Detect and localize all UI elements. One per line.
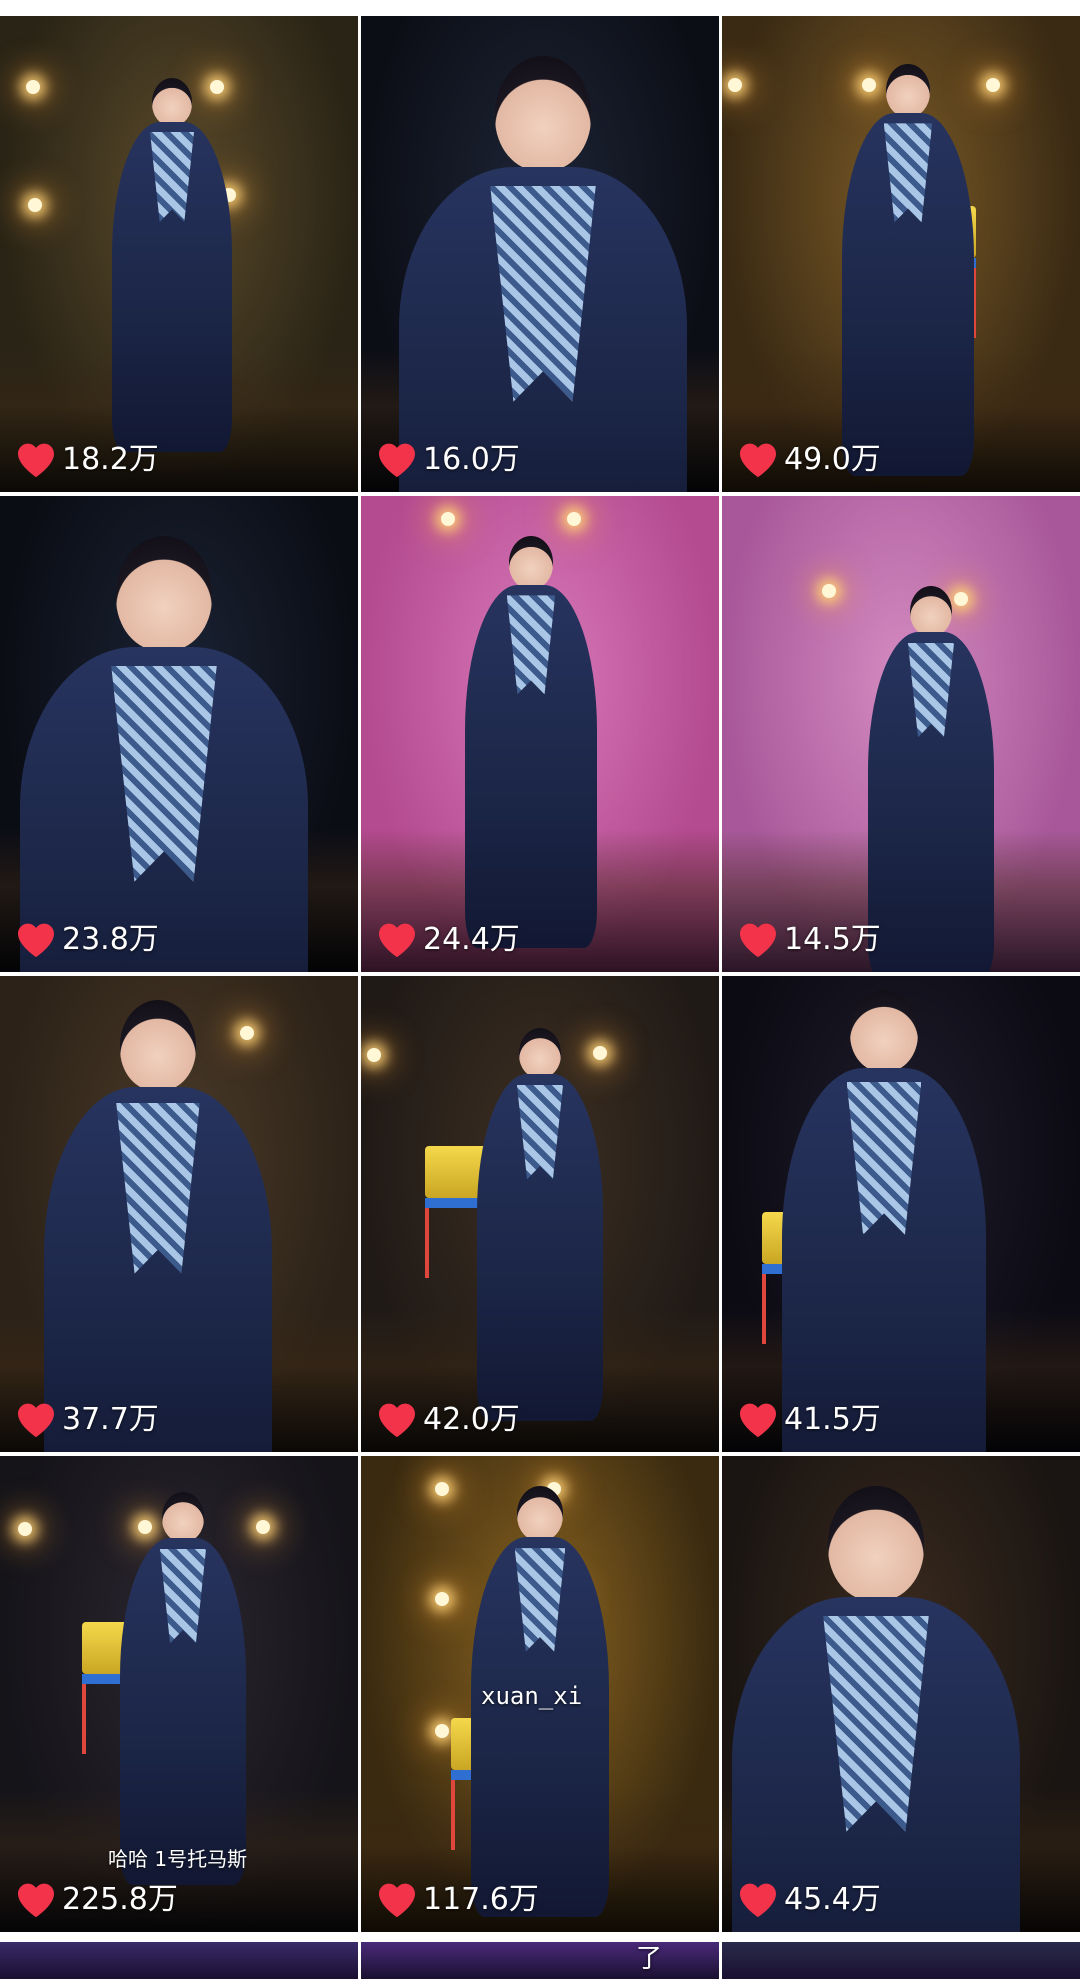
like-count-badge: 14.5万 — [738, 922, 881, 958]
like-count: 16.0万 — [423, 442, 520, 477]
performer-head — [495, 56, 591, 172]
performer-head — [152, 78, 192, 126]
next-row-partial: 了 — [0, 1942, 1080, 1979]
like-count-badge: 24.4万 — [377, 922, 520, 958]
video-tile[interactable]: 49.0万 — [722, 16, 1080, 492]
heart-icon — [18, 443, 54, 478]
like-count: 24.4万 — [423, 922, 520, 957]
video-tile[interactable]: 14.5万 — [722, 496, 1080, 972]
performer-head — [116, 536, 212, 652]
video-tile[interactable]: 23.8万 — [0, 496, 358, 972]
like-count-badge: 42.0万 — [377, 1402, 520, 1438]
heart-icon — [379, 443, 415, 478]
like-count: 41.5万 — [784, 1402, 881, 1437]
video-tile-partial[interactable]: 了 — [361, 1942, 719, 1979]
video-tile-partial[interactable] — [722, 1942, 1080, 1979]
video-caption: xuan_xi — [481, 1682, 583, 1710]
heart-icon — [18, 1883, 54, 1918]
stage-light — [862, 78, 876, 92]
stage-light — [954, 592, 968, 606]
stage-light — [441, 512, 455, 526]
video-tile[interactable]: 37.7万 — [0, 976, 358, 1452]
video-caption: 了 — [636, 1944, 663, 1974]
performer-head — [519, 1028, 561, 1079]
like-count: 23.8万 — [62, 922, 159, 957]
performer-head — [509, 536, 553, 589]
video-tile[interactable]: xuan_xi 117.6万 — [361, 1456, 719, 1932]
stage-light — [210, 80, 224, 94]
heart-icon — [740, 1883, 776, 1918]
video-tile-partial[interactable] — [0, 1942, 358, 1979]
like-count-badge: 18.2万 — [16, 442, 159, 478]
heart-icon — [740, 1403, 776, 1438]
like-count-badge: 23.8万 — [16, 922, 159, 958]
heart-icon — [740, 923, 776, 958]
chair-leg — [762, 1274, 766, 1344]
like-count-badge: 37.7万 — [16, 1402, 159, 1438]
performer-head — [162, 1492, 204, 1543]
chair-leg — [425, 1208, 429, 1278]
heart-icon — [379, 923, 415, 958]
like-count: 14.5万 — [784, 922, 881, 957]
like-count-badge: 41.5万 — [738, 1402, 881, 1438]
like-count: 45.4万 — [784, 1882, 881, 1917]
performer-head — [517, 1486, 563, 1542]
like-count-badge: 117.6万 — [377, 1882, 539, 1918]
stage-light — [593, 1046, 607, 1060]
performer-head — [850, 990, 918, 1072]
like-count-badge: 49.0万 — [738, 442, 881, 478]
stage-light — [986, 78, 1000, 92]
like-count: 42.0万 — [423, 1402, 520, 1437]
performer-head — [886, 64, 930, 117]
like-count: 225.8万 — [62, 1882, 178, 1917]
stage-light — [28, 198, 42, 212]
chair-leg — [451, 1780, 455, 1850]
like-count-badge: 225.8万 — [16, 1882, 178, 1918]
video-caption: 哈哈 1号托马斯 — [108, 1847, 248, 1871]
video-grid: 18.2万 16.0万 49.0万 23.8万 24.4万 14.5万 37.7… — [0, 0, 1080, 1979]
stage-light — [256, 1520, 270, 1534]
heart-icon — [379, 1403, 415, 1438]
chair-leg — [82, 1684, 86, 1754]
video-tile[interactable]: 24.4万 — [361, 496, 719, 972]
stage-light — [18, 1522, 32, 1536]
stage-light — [435, 1592, 449, 1606]
stage-light — [240, 1026, 254, 1040]
stage-light — [367, 1048, 381, 1062]
video-tile[interactable]: 41.5万 — [722, 976, 1080, 1452]
heart-icon — [379, 1883, 415, 1918]
video-tile[interactable]: 哈哈 1号托马斯 225.8万 — [0, 1456, 358, 1932]
like-count: 117.6万 — [423, 1882, 539, 1917]
heart-icon — [18, 1403, 54, 1438]
like-count: 18.2万 — [62, 442, 159, 477]
heart-icon — [18, 923, 54, 958]
stage-light — [567, 512, 581, 526]
video-tile[interactable]: 16.0万 — [361, 16, 719, 492]
stage-light — [822, 584, 836, 598]
stage-light — [138, 1520, 152, 1534]
performer-head — [120, 1000, 196, 1092]
like-count: 49.0万 — [784, 442, 881, 477]
video-tile[interactable]: 42.0万 — [361, 976, 719, 1452]
heart-icon — [740, 443, 776, 478]
video-tile[interactable]: 18.2万 — [0, 16, 358, 492]
performer-head — [828, 1486, 924, 1602]
like-count-badge: 45.4万 — [738, 1882, 881, 1918]
video-tile[interactable]: 45.4万 — [722, 1456, 1080, 1932]
stage-light — [435, 1482, 449, 1496]
stage-light — [435, 1724, 449, 1738]
stage-light — [26, 80, 40, 94]
like-count-badge: 16.0万 — [377, 442, 520, 478]
performer-head — [910, 586, 952, 637]
stage-light — [728, 78, 742, 92]
like-count: 37.7万 — [62, 1402, 159, 1437]
